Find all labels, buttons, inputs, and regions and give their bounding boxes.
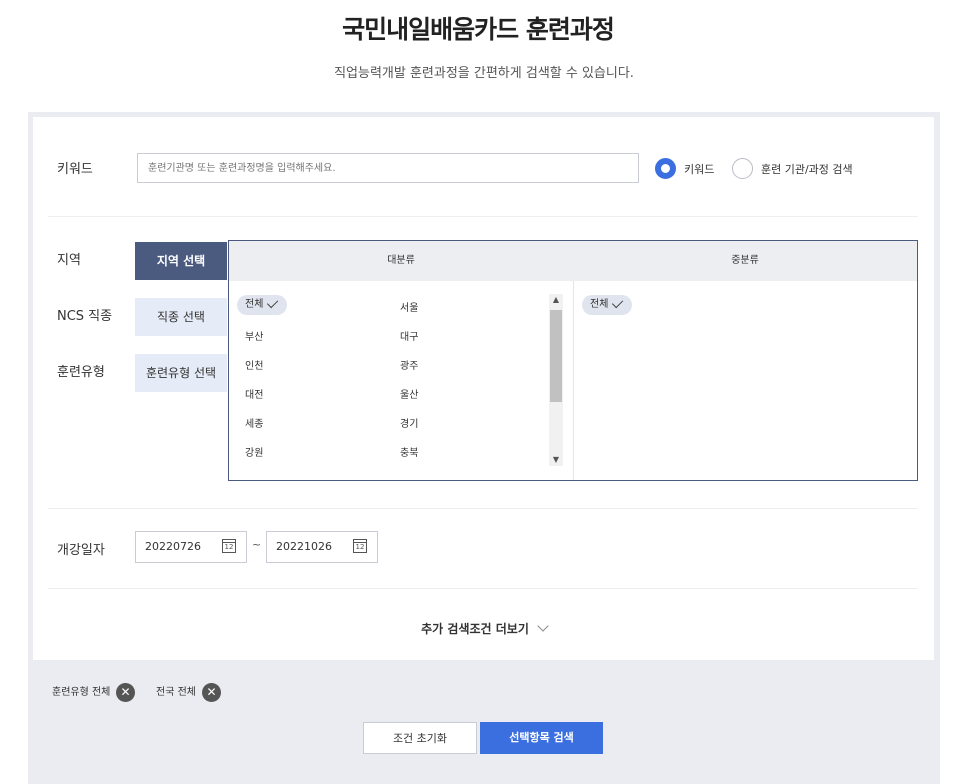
start-date-field[interactable]: 20220726 12 <box>135 531 247 563</box>
dropdown-header: 대분류 중분류 <box>229 241 917 281</box>
major-list-scrollbar[interactable]: ▲ ▼ <box>549 294 563 466</box>
sub-category-title: 중분류 <box>731 255 759 266</box>
scroll-down-icon[interactable]: ▼ <box>549 454 563 466</box>
region-option[interactable]: 인천 <box>245 357 263 372</box>
end-date-value: 20221026 <box>276 540 332 553</box>
region-option[interactable]: 충북 <box>400 444 418 459</box>
region-option-label: 전체 <box>245 299 264 310</box>
end-date-field[interactable]: 20221026 12 <box>266 531 378 563</box>
divider <box>48 588 918 589</box>
chevron-down-icon <box>537 620 549 632</box>
sub-option-label: 전체 <box>590 299 609 310</box>
calendar-icon[interactable]: 12 <box>353 539 367 553</box>
column-divider <box>573 281 574 480</box>
institution-course-radio-label[interactable]: 훈련 기관/과정 검색 <box>761 161 853 177</box>
training-type-label: 훈련유형 <box>57 365 105 380</box>
region-label: 지역 <box>57 253 81 268</box>
sub-option-selected[interactable]: 전체 <box>582 295 633 315</box>
region-option[interactable]: 경기 <box>400 415 418 430</box>
date-separator: ~ <box>252 538 262 551</box>
region-option[interactable]: 서울 <box>400 299 418 314</box>
region-option[interactable]: 대전 <box>245 386 263 401</box>
keyword-label: 키워드 <box>57 162 93 177</box>
calendar-icon[interactable]: 12 <box>222 539 236 553</box>
divider <box>48 216 918 217</box>
major-category-title: 대분류 <box>387 255 415 266</box>
page-subtitle: 직업능력개발 훈련과정을 간편하게 검색할 수 있습니다. <box>334 66 634 81</box>
ncs-label: NCS 직종 <box>57 309 113 324</box>
region-select-button[interactable]: 지역 선택 <box>135 242 227 280</box>
region-option[interactable]: 부산 <box>245 328 263 343</box>
ncs-select-button[interactable]: 직종 선택 <box>135 298 227 336</box>
page-title: 국민내일배움카드 훈련과정 <box>342 15 615 44</box>
region-dropdown: 대분류 중분류 <box>228 240 918 481</box>
region-option[interactable]: 세종 <box>245 415 263 430</box>
selected-tag-region: 전국 전체 <box>156 687 196 698</box>
keyword-input[interactable] <box>137 153 639 183</box>
region-option[interactable]: 울산 <box>400 386 418 401</box>
search-button[interactable]: 선택항목 검색 <box>480 722 603 754</box>
region-option[interactable]: 강원 <box>245 444 263 459</box>
check-icon <box>267 296 279 309</box>
training-type-select-button[interactable]: 훈련유형 선택 <box>135 354 227 392</box>
region-option[interactable]: 광주 <box>400 357 418 372</box>
check-icon <box>612 296 624 309</box>
scrollbar-thumb[interactable] <box>550 310 562 402</box>
more-conditions-toggle[interactable]: 추가 검색조건 더보기 <box>0 620 956 637</box>
reset-button[interactable]: 조건 초기화 <box>363 722 477 754</box>
remove-tag-icon[interactable]: ✕ <box>202 683 221 702</box>
keyword-radio[interactable] <box>655 158 676 179</box>
keyword-radio-label[interactable]: 키워드 <box>684 161 714 177</box>
more-conditions-label: 추가 검색조건 더보기 <box>421 622 529 636</box>
region-option[interactable]: 대구 <box>400 328 418 343</box>
region-option-selected[interactable]: 전체 <box>237 295 288 315</box>
selected-tag-training-type: 훈련유형 전체 <box>52 687 111 698</box>
start-date-label: 개강일자 <box>57 543 105 558</box>
scroll-up-icon[interactable]: ▲ <box>549 294 563 306</box>
start-date-value: 20220726 <box>145 540 201 553</box>
remove-tag-icon[interactable]: ✕ <box>116 683 135 702</box>
institution-course-radio[interactable] <box>732 158 753 179</box>
divider <box>48 508 918 509</box>
